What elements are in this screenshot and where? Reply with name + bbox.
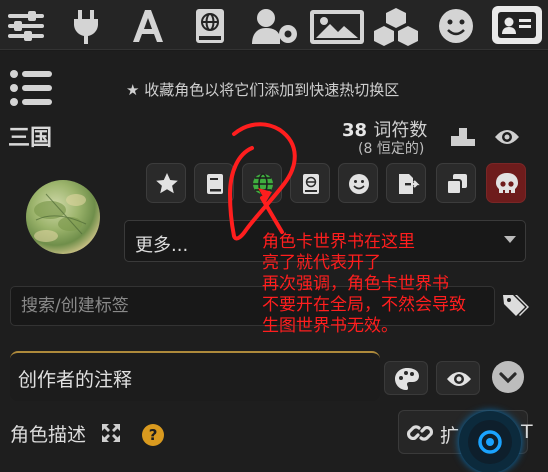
annotation-text: 角色卡世界书在这里 亮了就代表开了 再次强调，角色卡世界书 不要开在全局，不然会… — [262, 232, 466, 336]
eye-icon — [447, 372, 471, 386]
description-label-text: 角色描述 — [10, 424, 87, 446]
cubes-icon[interactable] — [370, 6, 422, 46]
character-name: 三国 — [8, 126, 53, 151]
clone-icon — [446, 174, 467, 195]
link-icon — [406, 425, 434, 441]
world-book-button[interactable] — [290, 163, 330, 203]
floating-action-button[interactable] — [459, 411, 521, 472]
top-nav-bar — [0, 0, 548, 50]
book-globe-icon — [303, 174, 319, 194]
more-options-value: 更多... — [135, 235, 189, 256]
target-icon — [468, 420, 512, 464]
help-icon[interactable]: ? — [142, 424, 165, 446]
description-label: 角色描述 ? — [10, 420, 165, 447]
smile-icon — [349, 174, 369, 194]
expand-notes-button[interactable] — [492, 361, 524, 393]
book-globe-icon[interactable] — [190, 6, 230, 46]
user-gear-icon[interactable] — [250, 6, 302, 46]
book-icon — [207, 174, 223, 194]
expand-label-text: 扩 — [440, 425, 460, 447]
creator-notes-label: 创作者的注释 — [18, 369, 133, 391]
permanent-tokens: (8 恒定的) — [358, 141, 425, 157]
favorite-hint: ★ 收藏角色以将它们添加到快速热切换区 — [126, 79, 399, 100]
notes-style-button[interactable] — [384, 361, 428, 395]
font-icon[interactable] — [128, 6, 168, 46]
chevron-down-icon — [499, 372, 517, 384]
palette-icon — [395, 368, 419, 390]
notes-visibility-button[interactable] — [436, 361, 480, 395]
menu-icon[interactable] — [10, 68, 52, 108]
plug-icon[interactable] — [66, 6, 106, 46]
expand-trailing-text: T — [521, 421, 533, 443]
expand-arrows-icon[interactable] — [100, 422, 122, 444]
expand-description-label: 扩 — [440, 421, 459, 448]
advanced-definitions-button[interactable] — [194, 163, 234, 203]
star-icon: ★ — [126, 81, 140, 99]
character-lorebook-button[interactable] — [242, 163, 282, 203]
globe-icon — [253, 173, 273, 195]
favorite-button[interactable] — [146, 163, 186, 203]
file-export-icon — [399, 174, 420, 194]
delete-button[interactable] — [486, 163, 526, 203]
smile-icon[interactable] — [436, 6, 476, 46]
star-icon — [156, 173, 178, 194]
ranking-icon[interactable] — [450, 124, 476, 150]
duplicate-button[interactable] — [436, 163, 476, 203]
expressions-button[interactable] — [338, 163, 378, 203]
favorite-hint-text: 收藏角色以将它们添加到快速热切换区 — [144, 81, 400, 99]
avatar[interactable] — [26, 180, 100, 254]
skull-icon — [496, 173, 518, 193]
sliders-icon[interactable] — [6, 6, 46, 46]
image-icon[interactable] — [308, 6, 366, 46]
address-card-icon[interactable] — [492, 6, 542, 44]
export-button[interactable] — [386, 163, 426, 203]
eye-icon[interactable] — [494, 124, 520, 150]
